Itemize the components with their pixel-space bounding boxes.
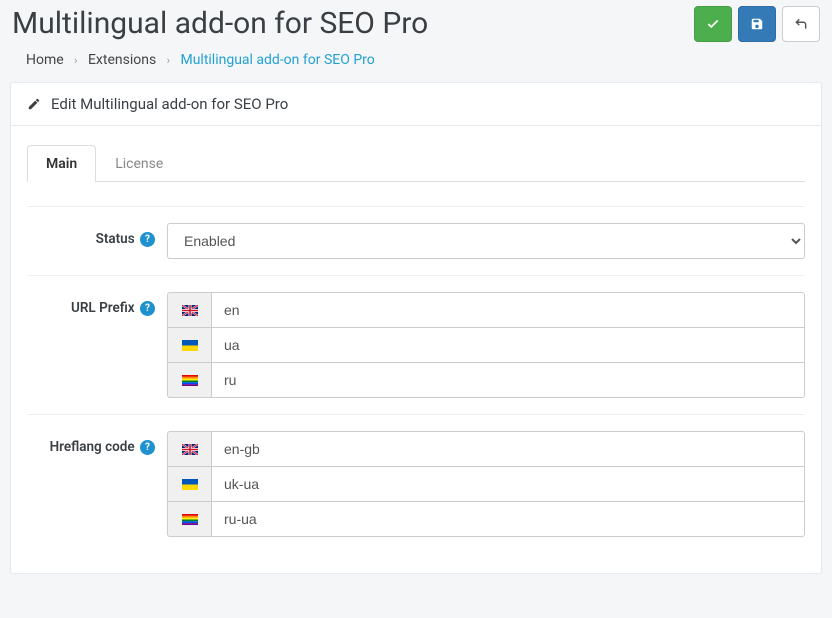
- breadcrumb-home[interactable]: Home: [26, 52, 64, 68]
- flag-ua-icon: [167, 327, 211, 363]
- panel-heading: Edit Multilingual add-on for SEO Pro: [11, 83, 821, 126]
- flag-gb-icon: [167, 431, 211, 467]
- tab-main[interactable]: Main: [27, 145, 96, 182]
- back-arrow-icon: [794, 17, 808, 31]
- hreflang-label: Hreflang code ?: [27, 431, 167, 537]
- hreflang-input-ru[interactable]: [211, 501, 805, 537]
- tab-license[interactable]: License: [96, 145, 182, 182]
- breadcrumb-extensions[interactable]: Extensions: [88, 52, 156, 68]
- status-select[interactable]: Enabled: [167, 223, 805, 259]
- hreflang-input-ua[interactable]: [211, 466, 805, 502]
- header-actions: [694, 6, 820, 42]
- breadcrumb-sep: ›: [160, 54, 177, 67]
- cancel-button[interactable]: [782, 6, 820, 42]
- url-prefix-input-ru[interactable]: [211, 362, 805, 398]
- tabs: Main License: [27, 144, 805, 182]
- url-prefix-input-en[interactable]: [211, 292, 805, 328]
- help-icon[interactable]: ?: [140, 301, 155, 316]
- help-icon[interactable]: ?: [140, 232, 155, 247]
- flag-gb-icon: [167, 292, 211, 328]
- flag-rainbow-icon: [167, 362, 211, 398]
- save-icon: [750, 17, 764, 31]
- panel-title: Edit Multilingual add-on for SEO Pro: [51, 95, 288, 113]
- help-icon[interactable]: ?: [140, 440, 155, 455]
- status-label: Status ?: [27, 223, 167, 259]
- url-prefix-label: URL Prefix ?: [27, 292, 167, 398]
- check-icon: [706, 17, 720, 31]
- save-button[interactable]: [694, 6, 732, 42]
- url-prefix-input-ua[interactable]: [211, 327, 805, 363]
- save-stay-button[interactable]: [738, 6, 776, 42]
- breadcrumb-current[interactable]: Multilingual add-on for SEO Pro: [180, 52, 374, 68]
- breadcrumb: Home › Extensions › Multilingual add-on …: [0, 42, 832, 82]
- page-title: Multilingual add-on for SEO Pro: [12, 6, 428, 42]
- flag-rainbow-icon: [167, 501, 211, 537]
- hreflang-input-en[interactable]: [211, 431, 805, 467]
- edit-panel: Edit Multilingual add-on for SEO Pro Mai…: [10, 82, 822, 574]
- flag-ua-icon: [167, 466, 211, 502]
- pencil-icon: [27, 97, 41, 111]
- breadcrumb-sep: ›: [67, 54, 84, 67]
